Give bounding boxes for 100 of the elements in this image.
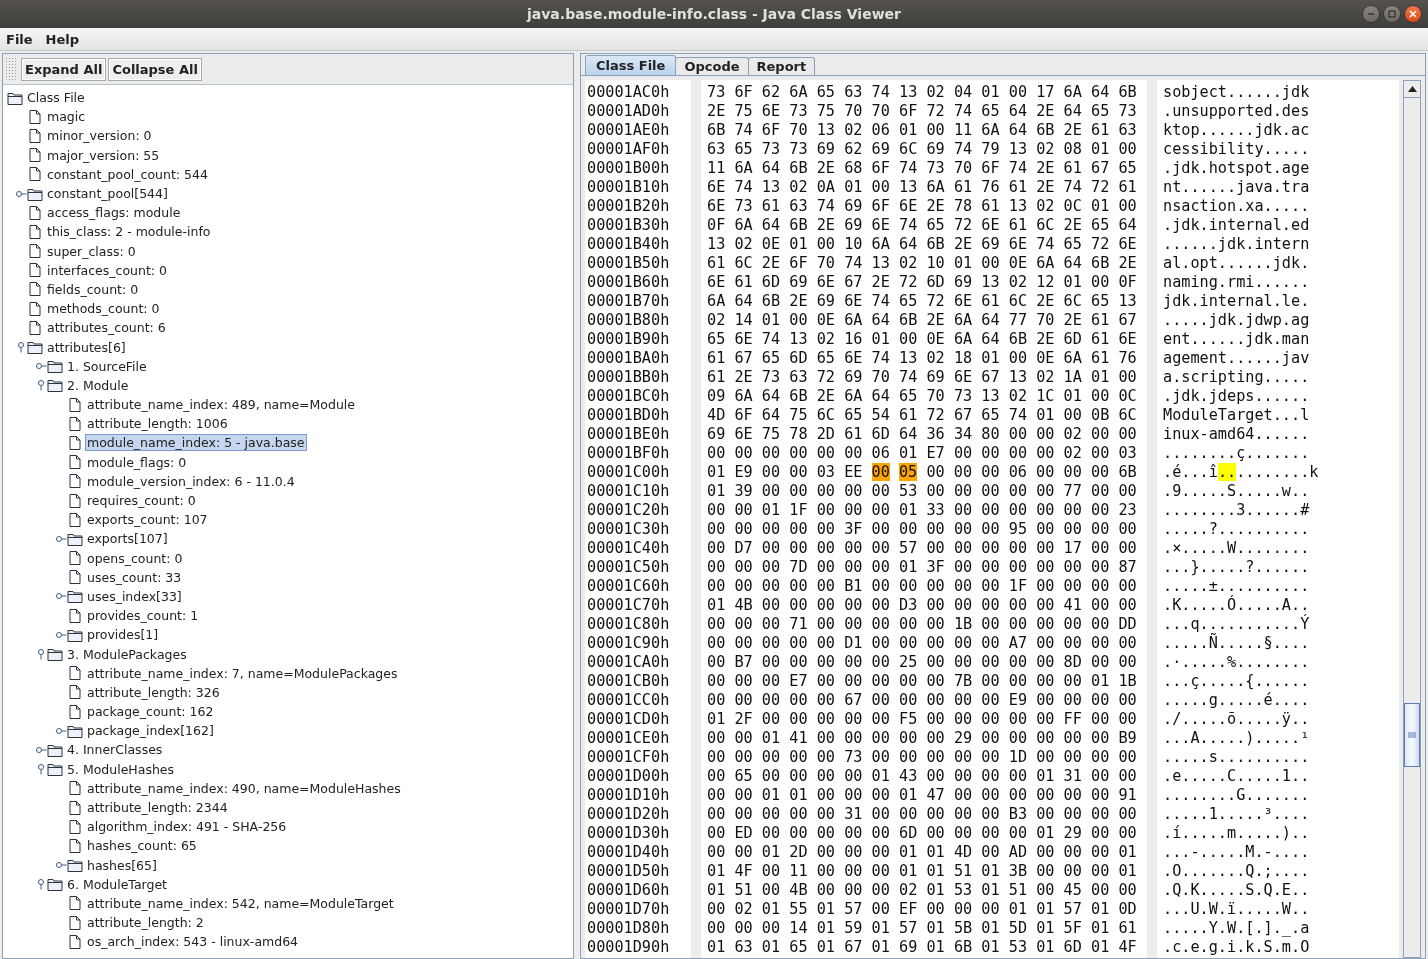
tree-item[interactable]: access_flags: module xyxy=(46,205,182,221)
tree-item[interactable]: module_flags: 0 xyxy=(86,454,188,470)
scroll-bar[interactable] xyxy=(1403,80,1421,958)
tree-item[interactable]: attribute_length: 326 xyxy=(86,684,221,700)
hex-bytes: 73 6F 62 6A 65 63 74 13 02 04 01 00 17 6A 64 6B xyxy=(707,82,1137,101)
menu-item[interactable]: Help xyxy=(45,31,80,47)
tree-item[interactable]: 4. InnerClasses xyxy=(66,742,164,758)
hex-bytes: 01 4F 00 11 00 00 00 01 01 51 01 3B 00 00 00 01 xyxy=(707,861,1137,880)
hex-bytes: 05 xyxy=(898,462,918,481)
ascii-text: jdk.internal.le. xyxy=(1163,291,1310,310)
tree-item[interactable]: 1. SourceFile xyxy=(66,358,148,374)
ascii-text: .unsupported.des xyxy=(1163,101,1310,120)
tree-item[interactable]: attributes_count: 6 xyxy=(46,320,167,336)
tree-item[interactable]: attribute_name_index: 490, name=ModuleHashes xyxy=(86,780,402,796)
menu-item[interactable]: File xyxy=(6,31,33,47)
close-button[interactable] xyxy=(1404,5,1422,23)
offset-label: 00001CD0h xyxy=(586,709,671,728)
toolbar-button[interactable]: Expand All xyxy=(21,57,107,81)
tree-item[interactable]: uses_count: 33 xyxy=(86,569,183,585)
tree-item[interactable]: attribute_length: 2344 xyxy=(86,800,229,816)
ascii-text: .jdk.internal.ed xyxy=(1163,215,1310,234)
collapse-toggle-icon[interactable] xyxy=(35,878,47,891)
tree-item[interactable]: algorithm_index: 491 - SHA-256 xyxy=(86,819,288,835)
document-icon xyxy=(67,780,83,797)
offset-label: 00001C10h xyxy=(586,481,671,500)
folder-icon xyxy=(67,588,83,605)
ascii-text: inux-amd64...... xyxy=(1163,424,1310,443)
tree-item[interactable]: major_version: 55 xyxy=(46,147,161,163)
minimize-button[interactable] xyxy=(1362,5,1380,23)
tree-item[interactable]: this_class: 2 - module-info xyxy=(46,224,212,240)
tree-item[interactable]: requires_count: 0 xyxy=(86,493,197,509)
offset-label: 00001AF0h xyxy=(586,139,671,158)
tab[interactable]: Report xyxy=(747,57,816,75)
tab[interactable]: Opcode xyxy=(675,57,749,75)
tree-item[interactable]: attribute_name_index: 7, name=ModulePackages xyxy=(86,665,399,681)
offset-label: 00001C30h xyxy=(586,519,671,538)
document-icon xyxy=(67,415,83,432)
collapse-toggle-icon[interactable] xyxy=(35,648,47,661)
ascii-text: .·.....%........ xyxy=(1163,652,1310,671)
document-icon xyxy=(67,434,83,451)
tree-item[interactable]: hashes_count: 65 xyxy=(86,838,198,854)
hex-bytes: 61 67 65 6D 65 6E 74 13 02 18 01 00 0E 6A 61 76 xyxy=(707,348,1137,367)
hex-bytes: 00 B7 00 00 00 00 00 25 00 00 00 00 00 8D 00 00 xyxy=(707,652,1137,671)
tree-item[interactable]: os_arch_index: 543 - linux-amd64 xyxy=(86,934,300,950)
toolbar-button[interactable]: Collapse All xyxy=(108,57,202,81)
tree-item[interactable]: 3. ModulePackages xyxy=(66,646,188,662)
hex-bytes: 2E 75 6E 73 75 70 70 6F 72 74 65 64 2E 64 65 73 xyxy=(707,101,1137,120)
document-icon xyxy=(27,127,43,144)
collapse-toggle-icon[interactable] xyxy=(15,341,27,354)
tab[interactable]: Class File xyxy=(585,55,677,75)
toolbar-grip[interactable] xyxy=(5,57,17,81)
tree-item[interactable]: attribute_name_index: 542, name=ModuleTarget xyxy=(86,895,395,911)
hex-bytes: 6E 73 61 63 74 69 6F 6E 2E 78 61 13 02 0C 01 00 xyxy=(707,196,1137,215)
scroll-thumb[interactable] xyxy=(1404,703,1420,767)
tree-item[interactable]: attribute_length: 2 xyxy=(86,915,205,931)
ascii-text: .O.......Q.;.... xyxy=(1163,861,1310,880)
ascii-text: ...-.....M.-.... xyxy=(1163,842,1310,861)
tree-item[interactable]: uses_index[33] xyxy=(86,588,183,604)
tree-item[interactable]: super_class: 0 xyxy=(46,243,137,259)
tree-item[interactable]: constant_pool_count: 544 xyxy=(46,166,209,182)
hex-bytes: 11 6A 64 6B 2E 68 6F 74 73 70 6F 74 2E 61 67 65 xyxy=(707,158,1137,177)
tree-item[interactable]: 2. Module xyxy=(66,377,130,393)
hex-bytes: 00 00 00 00 00 00 06 01 E7 00 00 00 00 02 00 03 xyxy=(707,443,1137,462)
ascii-text: .jdk.jdeps...... xyxy=(1163,386,1310,405)
tree-item[interactable]: 5. ModuleHashes xyxy=(66,761,176,777)
tree-item[interactable]: minor_version: 0 xyxy=(46,128,153,144)
tree-item[interactable]: opens_count: 0 xyxy=(86,550,184,566)
tree-item[interactable]: module_name_index: 5 - java.base xyxy=(86,435,306,451)
tree-item[interactable]: exports_count: 107 xyxy=(86,512,209,528)
tree-item[interactable]: fields_count: 0 xyxy=(46,281,140,297)
offset-label: 00001D20h xyxy=(586,804,671,823)
document-icon xyxy=(67,492,83,509)
offset-label: 00001C50h xyxy=(586,557,671,576)
tree-item[interactable]: attribute_name_index: 489, name=Module xyxy=(86,397,357,413)
collapse-toggle-icon[interactable] xyxy=(35,379,47,392)
tree-item[interactable]: magic xyxy=(46,109,87,125)
tree-item[interactable]: methods_count: 0 xyxy=(46,301,161,317)
tree-item[interactable]: Class File xyxy=(26,90,86,106)
tree-item[interactable]: 6. ModuleTarget xyxy=(66,876,169,892)
tree-item[interactable]: attribute_length: 1006 xyxy=(86,416,229,432)
tree-item[interactable]: provides[1] xyxy=(86,627,160,643)
document-icon xyxy=(67,837,83,854)
tree-item[interactable]: attributes[6] xyxy=(46,339,127,355)
tree-item[interactable]: interfaces_count: 0 xyxy=(46,262,168,278)
tree-item[interactable]: provides_count: 1 xyxy=(86,608,200,624)
offset-label: 00001D80h xyxy=(586,918,671,937)
document-icon xyxy=(27,243,43,260)
hex-bytes: 61 6C 2E 6F 70 74 13 02 10 01 00 0E 6A 64 6B 2E xyxy=(707,253,1137,272)
tree-item[interactable]: constant_pool[544] xyxy=(46,186,169,202)
ascii-text: .e.....C.....1.. xyxy=(1163,766,1310,785)
tree-item[interactable]: hashes[65] xyxy=(86,857,158,873)
offset-label: 00001B20h xyxy=(586,196,671,215)
tree-item[interactable]: package_count: 162 xyxy=(86,704,215,720)
ascii-text: sobject......jdk xyxy=(1163,82,1310,101)
tree-item[interactable]: exports[107] xyxy=(86,531,169,547)
offset-label: 00001BA0h xyxy=(586,348,671,367)
collapse-toggle-icon[interactable] xyxy=(35,763,47,776)
tree-item[interactable]: package_index[162] xyxy=(86,723,215,739)
tree-item[interactable]: module_version_index: 6 - 11.0.4 xyxy=(86,473,296,489)
ascii-text: .í.....m.....).. xyxy=(1163,823,1310,842)
